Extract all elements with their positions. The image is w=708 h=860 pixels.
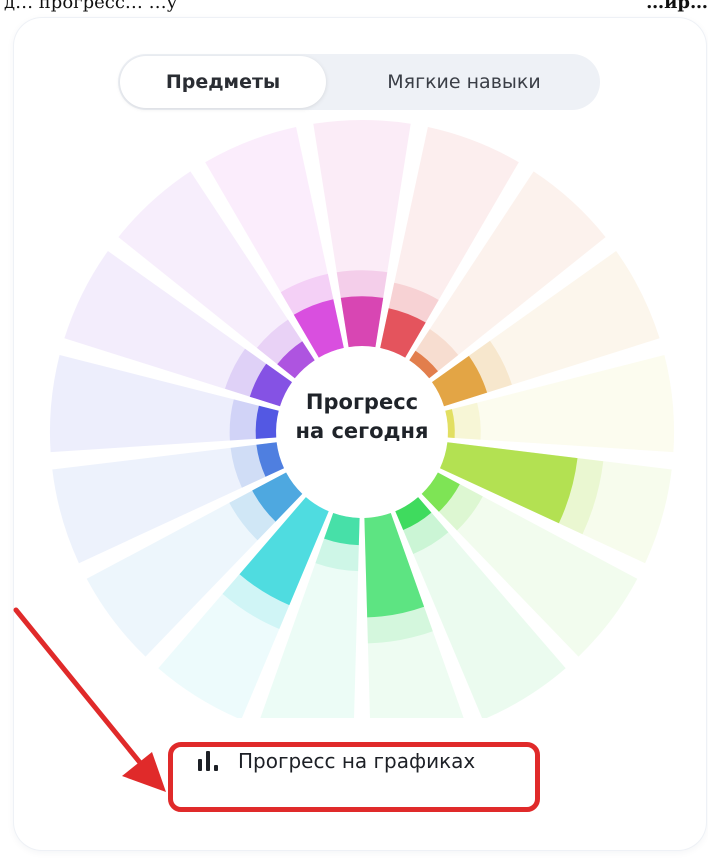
wheel-segment-progress [324, 513, 360, 546]
cropped-heading-right: …ир… [646, 0, 708, 13]
bar-chart-icon [198, 751, 224, 771]
wheel-segment-progress [340, 296, 384, 348]
progress-card: Предметы Мягкие навыки Прогресс на сегод… [14, 18, 706, 850]
cropped-heading-text: д… прогресс… …у …ир… [0, 0, 708, 14]
progress-graphs-button[interactable]: Прогресс на графиках [168, 726, 542, 796]
wheel-center-line-1: Прогресс [305, 390, 419, 414]
cropped-heading-left: д… прогресс… …у [4, 0, 178, 13]
wheel-center-line-2: на сегодня [295, 419, 429, 443]
progress-wheel [49, 119, 675, 718]
wheel-center-label: Прогресс на сегодня [262, 388, 462, 446]
progress-graphs-label: Прогресс на графиках [238, 749, 476, 773]
